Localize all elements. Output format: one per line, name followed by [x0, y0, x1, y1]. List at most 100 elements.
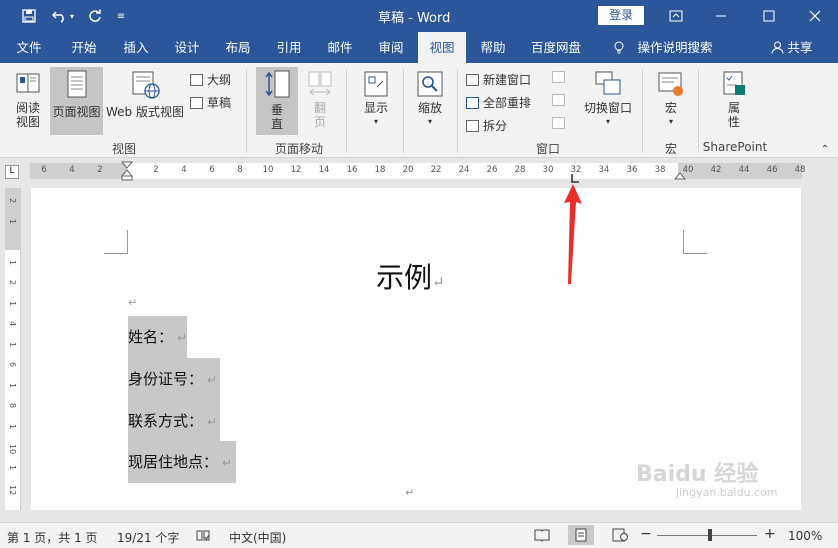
- book-icon: [16, 73, 40, 93]
- synchronous-scrolling-icon[interactable]: [552, 94, 569, 106]
- indent-marker[interactable]: [121, 161, 133, 181]
- tab-insert[interactable]: 插入: [112, 32, 160, 63]
- show-label: 显示: [363, 101, 388, 115]
- zoom-level[interactable]: 100%: [788, 529, 822, 543]
- ruler-tick-label: 8: [237, 165, 243, 175]
- outline-button[interactable]: 大纲: [190, 71, 231, 88]
- show-button[interactable]: 显示 ▾: [356, 69, 396, 135]
- vertical-ruler-tick-label: 2: [8, 198, 17, 204]
- switch-windows-button[interactable]: 切换窗口 ▾: [580, 69, 636, 135]
- ruler-area: L 6 4 2 2 4 6 8 10 12 14 16 18 20 22 24 26 28 30 32 34 36 38 4…: [0, 159, 838, 187]
- tab-home[interactable]: 开始: [60, 32, 108, 63]
- vertical-ruler-tick-label: 2: [8, 280, 17, 286]
- draft-button[interactable]: 草稿: [190, 94, 231, 111]
- tell-me-search[interactable]: 操作说明搜索: [604, 32, 722, 63]
- tab-file[interactable]: 文件: [6, 32, 52, 63]
- vertical-ruler-tick-label: 8: [8, 403, 17, 409]
- properties-button[interactable]: 属 性: [714, 69, 754, 135]
- field-label: 联系方式：: [128, 412, 204, 430]
- macros-button[interactable]: 宏 ▾: [650, 69, 692, 135]
- ruler-tick-label: 42: [710, 165, 722, 175]
- undo-icon[interactable]: ▾: [48, 6, 78, 26]
- ribbon-display-options-icon[interactable]: [662, 4, 690, 28]
- tab-view[interactable]: 视图: [418, 32, 466, 63]
- field-line-address[interactable]: 现居住地点： ↵: [128, 441, 236, 483]
- zoom-button[interactable]: 缩放 ▾: [410, 69, 450, 135]
- title-bar: ▾ ≡ 草稿 - Word 登录: [0, 0, 838, 32]
- split-button[interactable]: 拆分: [466, 117, 507, 134]
- chevron-down-icon: ▾: [427, 117, 432, 126]
- field-label: 现居住地点：: [128, 453, 219, 471]
- tab-help[interactable]: 帮助: [470, 32, 516, 63]
- login-button[interactable]: 登录: [598, 6, 644, 25]
- ruler-tick-label: 4: [69, 165, 75, 175]
- macros-label: 宏: [664, 101, 677, 115]
- tab-selector[interactable]: L: [5, 165, 19, 179]
- tab-baidu-netdisk[interactable]: 百度网盘: [522, 32, 590, 63]
- new-window-button[interactable]: 新建窗口: [466, 71, 531, 88]
- horizontal-ruler[interactable]: 6 4 2 2 4 6 8 10 12 14 16 18 20 22 24 26 28 30 32 34 36 38 40 4…: [30, 161, 805, 183]
- tab-mailings[interactable]: 邮件: [316, 32, 364, 63]
- print-layout-label: 页面视图: [52, 105, 101, 119]
- side-to-side-button[interactable]: 翻 页: [302, 69, 338, 135]
- paragraph-mark: ↵: [207, 415, 218, 429]
- vertical-label-1: 垂: [270, 103, 283, 117]
- sharepoint-properties-icon: [723, 71, 745, 95]
- vertical-button[interactable]: 垂 直: [256, 67, 298, 135]
- arrange-all-button[interactable]: 全部重排: [466, 94, 531, 111]
- macros-group-label: 宏: [664, 142, 677, 156]
- tab-review[interactable]: 审阅: [368, 32, 414, 63]
- ruler-tick-label: 22: [430, 165, 442, 175]
- read-mode-button[interactable]: 阅读 视图: [8, 69, 48, 135]
- save-icon[interactable]: [18, 6, 40, 26]
- chevron-down-icon: ▾: [605, 117, 610, 126]
- document-title[interactable]: 示例↵: [376, 256, 445, 296]
- print-layout-button[interactable]: 页面视图: [50, 67, 103, 135]
- paragraph-mark: ↵: [128, 296, 138, 309]
- view-side-by-side-icon[interactable]: [552, 71, 569, 83]
- tab-layout[interactable]: 布局: [214, 32, 262, 63]
- collapse-ribbon-icon[interactable]: ⌃: [818, 143, 832, 155]
- proofing-icon[interactable]: [196, 529, 210, 545]
- vertical-ruler-tick-label: 6: [8, 362, 17, 368]
- vertical-ruler[interactable]: 2 1 1 2 1 4 1 6 1 8 1 10 1 12: [5, 188, 21, 510]
- right-indent-marker[interactable]: [674, 171, 686, 180]
- tab-design[interactable]: 设计: [164, 32, 210, 63]
- ruler-tick-label: 12: [290, 165, 302, 175]
- word-count[interactable]: 19/21 个字: [117, 529, 179, 546]
- side-to-side-icon: [308, 71, 332, 96]
- web-layout-icon[interactable]: [612, 528, 628, 545]
- split-label: 拆分: [483, 119, 508, 133]
- share-button[interactable]: 共享: [766, 32, 818, 63]
- field-line-name[interactable]: 姓名： ↵: [128, 316, 187, 358]
- paragraph-mark: ↵: [207, 373, 218, 387]
- page-icon: [67, 70, 86, 98]
- paragraph-mark: ↵: [405, 486, 415, 499]
- side-label-1: 翻: [313, 101, 326, 115]
- print-layout-icon[interactable]: [568, 525, 594, 545]
- ruler-tick-label: 2: [97, 165, 103, 175]
- page-count[interactable]: 第 1 页，共 1 页: [7, 529, 98, 546]
- zoom-in-icon[interactable]: +: [764, 526, 776, 542]
- reset-window-position-icon[interactable]: [552, 117, 569, 129]
- ribbon: 阅读 视图 页面视图 Web 版式视图 大纲 草稿 视图 垂 直 翻 页 页面移…: [0, 63, 838, 158]
- redo-icon[interactable]: [84, 6, 106, 26]
- zoom-slider-thumb[interactable]: [708, 529, 712, 541]
- web-layout-button[interactable]: Web 版式视图: [104, 69, 186, 135]
- title-text: 示例: [376, 261, 433, 294]
- tab-references[interactable]: 引用: [266, 32, 312, 63]
- vertical-scrollbar[interactable]: [801, 188, 838, 510]
- minimize-icon[interactable]: [707, 4, 735, 28]
- ruler-tick-label: 30: [542, 165, 554, 175]
- ruler-tick-label: 24: [458, 165, 470, 175]
- close-icon[interactable]: [801, 4, 829, 28]
- lightbulb-icon: [614, 41, 624, 53]
- field-line-contact[interactable]: 联系方式： ↵: [128, 400, 220, 442]
- zoom-slider-track[interactable]: [657, 535, 757, 536]
- language[interactable]: 中文(中国): [229, 529, 286, 546]
- read-mode-icon[interactable]: [534, 528, 550, 545]
- zoom-out-icon[interactable]: −: [640, 526, 652, 542]
- maximize-icon[interactable]: [755, 4, 783, 28]
- customize-quick-access-icon[interactable]: ≡: [114, 6, 128, 26]
- field-line-id[interactable]: 身份证号： ↵: [128, 358, 220, 400]
